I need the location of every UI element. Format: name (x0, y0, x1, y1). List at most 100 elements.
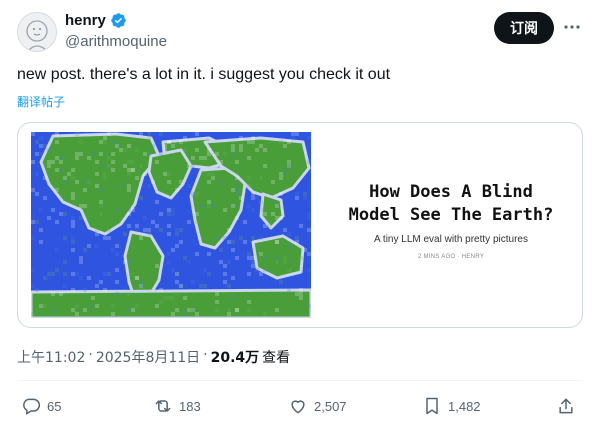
map-texture-pixel (99, 204, 103, 208)
map-texture-pixel (71, 176, 75, 180)
map-texture-pixel (95, 304, 99, 308)
repost-count: 183 (179, 398, 201, 414)
map-texture-pixel (59, 212, 63, 216)
map-texture-pixel (291, 136, 295, 140)
map-texture-pixel (163, 148, 167, 152)
map-texture-pixel (43, 276, 47, 280)
map-texture-pixel (207, 172, 211, 176)
map-texture-pixel (71, 240, 75, 244)
map-texture-pixel (83, 204, 87, 208)
map-texture-pixel (95, 184, 99, 188)
map-texture-pixel (259, 252, 263, 256)
map-texture-pixel (283, 168, 287, 172)
reply-button[interactable]: 65 (21, 396, 61, 416)
map-texture-pixel (299, 224, 303, 228)
map-texture-pixel (31, 220, 35, 224)
map-texture-pixel (271, 212, 275, 216)
map-texture-pixel (139, 196, 143, 200)
map-texture-pixel (151, 180, 155, 184)
map-texture-pixel (307, 252, 311, 256)
map-texture-pixel (239, 136, 243, 140)
bookmark-button[interactable]: 1,482 (422, 396, 481, 416)
map-texture-pixel (75, 152, 79, 156)
map-texture-pixel (175, 188, 179, 192)
repost-button[interactable]: 183 (153, 396, 201, 416)
map-texture-pixel (275, 216, 279, 220)
map-texture-pixel (83, 180, 87, 184)
action-bar: 65 183 2,507 1,482 (17, 396, 583, 420)
map-texture-pixel (191, 164, 195, 168)
map-texture-pixel (35, 152, 39, 156)
map-texture-pixel (191, 192, 195, 196)
tweet-text: new post. there's a lot in it. i suggest… (17, 66, 391, 83)
map-texture-pixel (223, 280, 227, 284)
map-texture-pixel (267, 224, 271, 228)
map-texture-pixel (111, 168, 115, 172)
map-texture-pixel (215, 292, 219, 296)
map-texture-pixel (107, 132, 111, 136)
map-texture-pixel (239, 144, 243, 148)
map-texture-pixel (207, 252, 211, 256)
tweet-time[interactable]: 上午11:02 (17, 347, 85, 367)
map-texture-pixel (59, 168, 63, 172)
like-button[interactable]: 2,507 (288, 396, 347, 416)
map-texture-pixel (135, 148, 139, 152)
map-texture-pixel (175, 228, 179, 232)
map-texture-pixel (231, 204, 235, 208)
view-count: 20.4万 (210, 350, 260, 366)
map-texture-pixel (271, 200, 275, 204)
map-texture-pixel (79, 256, 83, 260)
map-texture-pixel (79, 204, 83, 208)
subscribe-button[interactable]: 订阅 (494, 12, 554, 44)
map-texture-pixel (247, 140, 251, 144)
map-texture-pixel (83, 308, 87, 312)
map-texture-pixel (115, 208, 119, 212)
map-texture-pixel (199, 284, 203, 288)
map-texture-pixel (263, 256, 267, 260)
avatar[interactable] (17, 12, 57, 52)
map-texture-pixel (287, 160, 291, 164)
map-texture-pixel (303, 248, 307, 252)
map-texture-pixel (263, 312, 267, 316)
author-name-row[interactable]: henry (65, 12, 127, 29)
map-texture-pixel (115, 292, 119, 296)
map-texture-pixel (75, 156, 79, 160)
map-texture-pixel (159, 300, 163, 304)
map-texture-pixel (39, 228, 43, 232)
map-texture-pixel (63, 176, 67, 180)
map-texture-pixel (167, 232, 171, 236)
more-options-button[interactable] (561, 14, 583, 40)
map-texture-pixel (223, 208, 227, 212)
reply-icon (23, 398, 41, 415)
map-texture-pixel (151, 220, 155, 224)
map-texture-pixel (171, 268, 175, 272)
map-texture-pixel (223, 264, 227, 268)
tweet-date[interactable]: 2025年8月11日 (96, 347, 200, 367)
map-texture-pixel (35, 288, 39, 292)
display-name[interactable]: henry (65, 12, 106, 29)
map-texture-pixel (167, 140, 171, 144)
map-texture-pixel (231, 152, 235, 156)
map-texture-pixel (159, 152, 163, 156)
map-texture-pixel (71, 248, 75, 252)
link-preview-card[interactable]: How Does A Blind Model See The Earth? A … (17, 122, 583, 328)
map-texture-pixel (127, 188, 131, 192)
map-texture-pixel (143, 172, 147, 176)
map-texture-pixel (123, 232, 127, 236)
user-handle[interactable]: @arithmoquine (65, 33, 167, 50)
map-texture-pixel (99, 200, 103, 204)
map-texture-pixel (219, 260, 223, 264)
map-texture-pixel (115, 268, 119, 272)
map-texture-pixel (63, 236, 67, 240)
map-texture-pixel (55, 156, 59, 160)
map-texture-pixel (203, 268, 207, 272)
map-texture-pixel (115, 280, 119, 284)
meta-separator: · (88, 347, 93, 363)
translate-post-link[interactable]: 翻译帖子 (17, 93, 65, 110)
map-texture-pixel (307, 136, 311, 140)
share-button[interactable] (556, 396, 576, 416)
map-texture-pixel (251, 236, 255, 240)
map-texture-pixel (91, 296, 95, 300)
map-texture-pixel (235, 216, 239, 220)
map-texture-pixel (231, 248, 235, 252)
